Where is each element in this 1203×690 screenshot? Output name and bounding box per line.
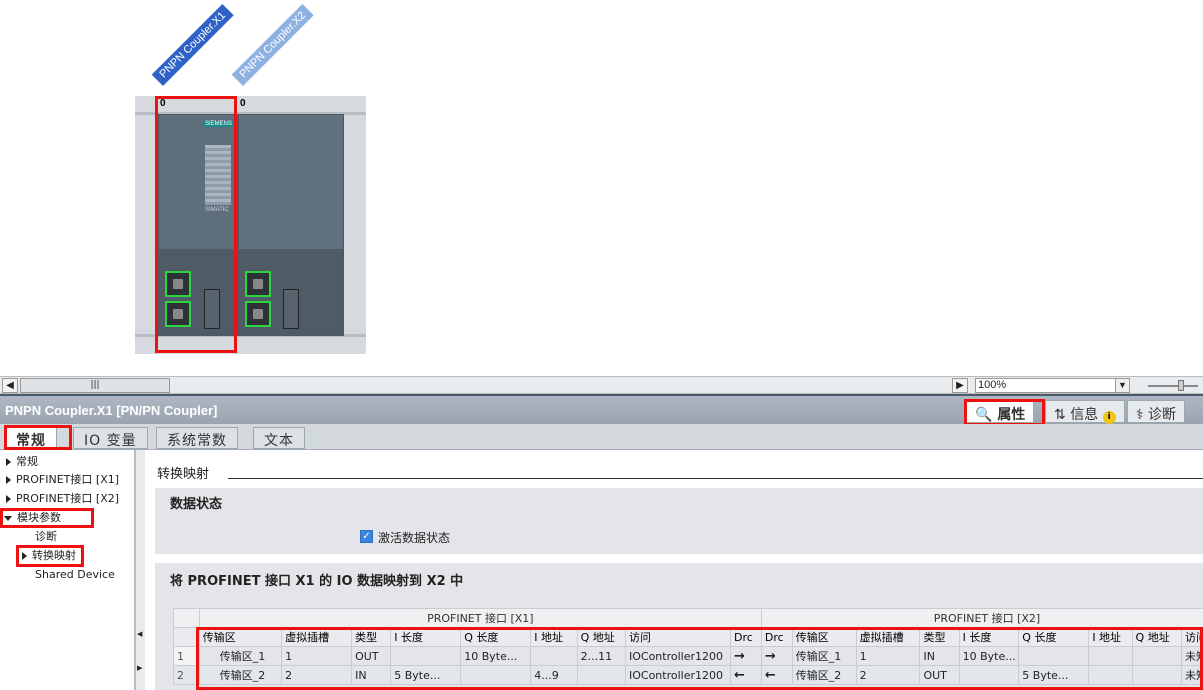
inspector-title-bar: PNPN Coupler.X1 [PN/PN Coupler] 🔍 属性 ⇅ 信… bbox=[0, 394, 1203, 426]
highlight-mapping-rows bbox=[196, 627, 1203, 690]
scroll-right-icon[interactable]: ▶ bbox=[137, 664, 142, 672]
info-list-icon: ⇅ bbox=[1054, 407, 1066, 423]
expand-icon[interactable] bbox=[6, 495, 11, 503]
nav-item-profinet-x2[interactable]: PROFINET接口 [X2] bbox=[6, 490, 119, 508]
device-tag-x1[interactable]: PNPN Coupler.X1 bbox=[151, 3, 234, 87]
nav-item-general[interactable]: 常规 bbox=[6, 453, 38, 471]
zoom-slider-handle[interactable] bbox=[1178, 380, 1184, 391]
activate-data-status-checkbox[interactable]: ✓ bbox=[360, 530, 373, 543]
highlight-translation-mapping bbox=[16, 545, 84, 567]
module-x2[interactable] bbox=[238, 114, 344, 336]
zoom-select[interactable]: 100% ▼ bbox=[975, 378, 1130, 393]
highlight-general-tab bbox=[4, 425, 72, 450]
mapping-group-header: PROFINET 接口 [X1] PROFINET 接口 [X2] bbox=[173, 608, 1203, 628]
ethernet-port-icon[interactable] bbox=[245, 271, 271, 297]
fo-port-icon bbox=[283, 289, 299, 329]
highlight-module-x1 bbox=[155, 96, 237, 353]
property-content: 转换映射 数据状态 ✓ 激活数据状态 将 PROFINET 接口 X1 的 IO… bbox=[145, 450, 1203, 690]
group-x1-header: PROFINET 接口 [X1] bbox=[198, 608, 762, 628]
device-tag-x2[interactable]: PNPN Coupler.X2 bbox=[231, 3, 314, 87]
ethernet-port-icon[interactable] bbox=[245, 301, 271, 327]
highlight-properties-tab bbox=[964, 399, 1045, 426]
zoom-slider[interactable] bbox=[1148, 385, 1198, 387]
tab-texts[interactable]: 文本 bbox=[253, 427, 305, 449]
diagnostics-icon: ⚕ bbox=[1136, 407, 1144, 423]
info-icon: i bbox=[1102, 411, 1116, 424]
device-view: PNPN Coupler.X1 PNPN Coupler.X2 0 0 SIEM… bbox=[0, 0, 1203, 376]
section-divider bbox=[228, 478, 1203, 479]
property-nav: 常规 PROFINET接口 [X1] PROFINET接口 [X2] 模块参数 … bbox=[0, 450, 135, 690]
slot-number-x2: 0 bbox=[240, 98, 246, 109]
property-tabs: 常规 IO 变量 系统常数 文本 bbox=[0, 424, 1203, 451]
nav-item-profinet-x1[interactable]: PROFINET接口 [X1] bbox=[6, 471, 119, 489]
mapping-title: 将 PROFINET 接口 X1 的 IO 数据映射到 X2 中 bbox=[170, 574, 464, 589]
module-x2-lower bbox=[239, 249, 343, 335]
tab-diagnostics[interactable]: ⚕ 诊断 bbox=[1127, 400, 1186, 423]
expand-icon[interactable] bbox=[6, 458, 11, 466]
activate-data-status-label: 激活数据状态 bbox=[378, 531, 451, 545]
tab-system-constants[interactable]: 系统常数 bbox=[156, 427, 238, 449]
scroll-left-icon[interactable]: ◀ bbox=[137, 630, 142, 638]
inspector-title: PNPN Coupler.X1 [PN/PN Coupler] bbox=[5, 403, 218, 418]
scroll-left-icon[interactable]: ◀ bbox=[2, 378, 18, 393]
section-heading: 转换映射 bbox=[157, 467, 210, 482]
scroll-right-icon[interactable]: ▶ bbox=[952, 378, 968, 393]
horizontal-scrollbar[interactable]: ◀ ||| ▶ 100% ▼ bbox=[0, 376, 1203, 394]
tab-info[interactable]: ⇅ 信息 i bbox=[1045, 400, 1125, 424]
chevron-down-icon[interactable]: ▼ bbox=[1115, 379, 1129, 392]
nav-vertical-scrollbar[interactable]: ◀ ▶ bbox=[135, 450, 145, 690]
scroll-thumb[interactable]: ||| bbox=[20, 378, 170, 393]
highlight-module-params bbox=[0, 508, 94, 528]
nav-item-shared-device[interactable]: Shared Device bbox=[35, 566, 115, 584]
zoom-value: 100% bbox=[978, 379, 1007, 391]
tab-io-tags[interactable]: IO 变量 bbox=[73, 427, 148, 449]
group-x2-header: PROFINET 接口 [X2] bbox=[760, 608, 1203, 628]
nav-item-diagnostics[interactable]: 诊断 bbox=[35, 528, 57, 546]
data-status-title: 数据状态 bbox=[170, 497, 223, 512]
data-status-section: 数据状态 ✓ 激活数据状态 bbox=[155, 488, 1203, 554]
expand-icon[interactable] bbox=[6, 476, 11, 484]
